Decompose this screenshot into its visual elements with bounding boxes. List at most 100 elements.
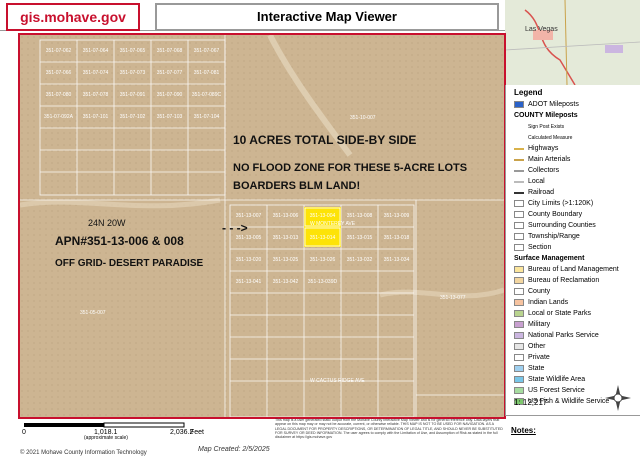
parcel-labels-top: 351-07-062 351-07-064 351-07-065 351-07-068…	[40, 40, 225, 195]
parcel-label: 351-07-089C	[191, 92, 222, 98]
legend-label: Township/Range	[528, 233, 580, 240]
page-title: Interactive Map Viewer	[155, 3, 499, 31]
overview-map-graphic	[504, 0, 640, 86]
parcel-label: 351-13-041	[235, 279, 262, 285]
legend-label: Surrounding Counties	[528, 222, 596, 229]
parcel-label: 351-13-013	[272, 235, 299, 241]
legend-label: Calculated Measure	[528, 134, 573, 141]
scale-tick-0: 0	[22, 429, 26, 436]
parcel-label-351-13-077: 351-13-077	[440, 295, 466, 301]
legend-swatch-icon	[514, 222, 524, 229]
legend-line-icon	[514, 191, 524, 194]
legend-swatch-icon	[514, 244, 524, 251]
legend-swatch-icon	[514, 332, 524, 339]
notes-label: Notes:	[511, 426, 536, 435]
legend-swatch-icon	[514, 277, 524, 284]
parcel-label: 351-13-005	[235, 235, 262, 241]
legend-label: Highways	[528, 145, 559, 152]
legend-line-icon	[514, 169, 524, 172]
legend-label: Local or State Parks	[528, 310, 592, 317]
parcel-label-351-05-007: 351-05-007	[80, 310, 106, 316]
parcel-label: 351-07-102	[119, 114, 146, 120]
parcel-label: 351-07-068	[156, 48, 183, 54]
map-viewer-page: gis.mohave.gov Interactive Map Viewer La…	[0, 0, 640, 460]
header-bar: gis.mohave.gov Interactive Map Viewer	[0, 0, 505, 31]
legend-line-icon	[514, 147, 524, 150]
legend-label: Military	[528, 321, 551, 328]
legend-swatch-icon	[514, 365, 524, 372]
parcel-labels-main: 351-13-007 351-13-006 351-13-004 351-13-008…	[230, 205, 414, 417]
legend-item: Main Arterials	[514, 154, 640, 165]
legend-item: Local	[514, 176, 640, 187]
legend-swatch-icon	[514, 299, 524, 306]
overlay-flood: NO FLOOD ZONE FOR THESE 5-ACRE LOTS	[233, 162, 468, 174]
overview-map[interactable]: Las Vegas	[504, 0, 640, 86]
legend-item: County	[514, 286, 640, 297]
disclaimer: This map is a user generated static outp…	[275, 418, 503, 440]
compass-rose-icon	[605, 385, 631, 411]
legend-swatch-icon	[514, 200, 524, 207]
legend-label: County	[528, 288, 551, 295]
notes-box: Notes:	[505, 415, 640, 441]
parcel-label: 351-13-025	[272, 257, 299, 263]
legend-item: Calculated Measure	[528, 132, 640, 143]
legend-item: Private	[514, 352, 640, 363]
parcel-label: 351-13-039D	[307, 279, 338, 285]
copyright: © 2021 Mohave County Information Technol…	[20, 450, 147, 456]
legend-line-icon	[514, 158, 524, 161]
scale-unit: Feet	[190, 429, 205, 436]
legend-label: Bureau of Land Management	[528, 266, 619, 273]
township-label: 24N 20W	[88, 218, 126, 228]
legend-item: Bureau of Land Management	[514, 264, 640, 275]
parcel-label: 351-07-101	[82, 114, 109, 120]
legend-item: Sign Post Exists	[528, 121, 640, 132]
parcel-label: 351-13-007	[235, 213, 262, 219]
checkbox-icon[interactable]	[514, 101, 524, 108]
parcel-label: 351-07-104	[193, 114, 220, 120]
footer: © 2021 Mohave County Information Technol…	[0, 418, 640, 460]
legend-label: Other	[528, 343, 546, 350]
legend-item: Township/Range	[514, 231, 640, 242]
parcel-label: 351-07-066	[45, 70, 72, 76]
legend-item: Collectors	[514, 165, 640, 176]
street-label-cactus: W CACTUS RIDGE AVE	[310, 378, 365, 384]
legend-swatch-icon	[514, 387, 524, 394]
street-label-monterey: W MONTEREY AVE	[310, 221, 356, 227]
parcel-label: 351-13-032	[346, 257, 373, 263]
legend-label: City Limits (>1:120K)	[528, 200, 594, 207]
apn-label: APN#351-13-006 & 008	[55, 234, 184, 248]
legend-item: County Boundary	[514, 209, 640, 220]
legend-label: Indian Lands	[528, 299, 569, 306]
tagline-label: OFF GRID- DESERT PARADISE	[55, 258, 204, 269]
parcel-label: 351-07-091	[119, 92, 146, 98]
legend-item: Military	[514, 319, 640, 330]
legend-label: Sign Post Exists	[528, 123, 565, 130]
legend-item: Railroad	[514, 187, 640, 198]
map-canvas[interactable]: 351-07-062 351-07-064 351-07-065 351-07-068…	[18, 33, 506, 419]
parcel-label: 351-07-080	[45, 92, 72, 98]
legend-item[interactable]: ADOT Mileposts	[514, 99, 640, 110]
legend-item: Surface Management	[514, 253, 640, 264]
parcel-label: 351-13-015	[346, 235, 373, 241]
parcel-label: 351-07-067	[193, 48, 220, 54]
legend-swatch-icon	[514, 233, 524, 240]
parcel-label: 351-07-074	[82, 70, 109, 76]
legend-item: Other	[514, 341, 640, 352]
parcel-label: 351-13-009	[383, 213, 410, 219]
legend-item: Section	[514, 242, 640, 253]
parcel-label: 351-07-090	[156, 92, 183, 98]
parcel-label: 351-13-014	[309, 235, 336, 241]
legend-item: Indian Lands	[514, 297, 640, 308]
site-logo[interactable]: gis.mohave.gov	[6, 3, 140, 31]
legend-panel: Legend ADOT Mileposts COUNTY Mileposts Sig…	[505, 85, 640, 415]
legend-label: Section	[528, 244, 552, 251]
legend-swatch-icon	[514, 354, 524, 361]
legend-label: US Forest Service	[528, 387, 585, 394]
legend-label: COUNTY Mileposts	[514, 112, 578, 119]
legend-label: Surface Management	[514, 255, 585, 262]
legend-label: Railroad	[528, 189, 555, 196]
parcel-label: 351-07-103	[156, 114, 183, 120]
parcel-label: 351-07-064	[82, 48, 109, 54]
legend-item: Highways	[514, 143, 640, 154]
parcel-label: 351-07-077	[156, 70, 183, 76]
